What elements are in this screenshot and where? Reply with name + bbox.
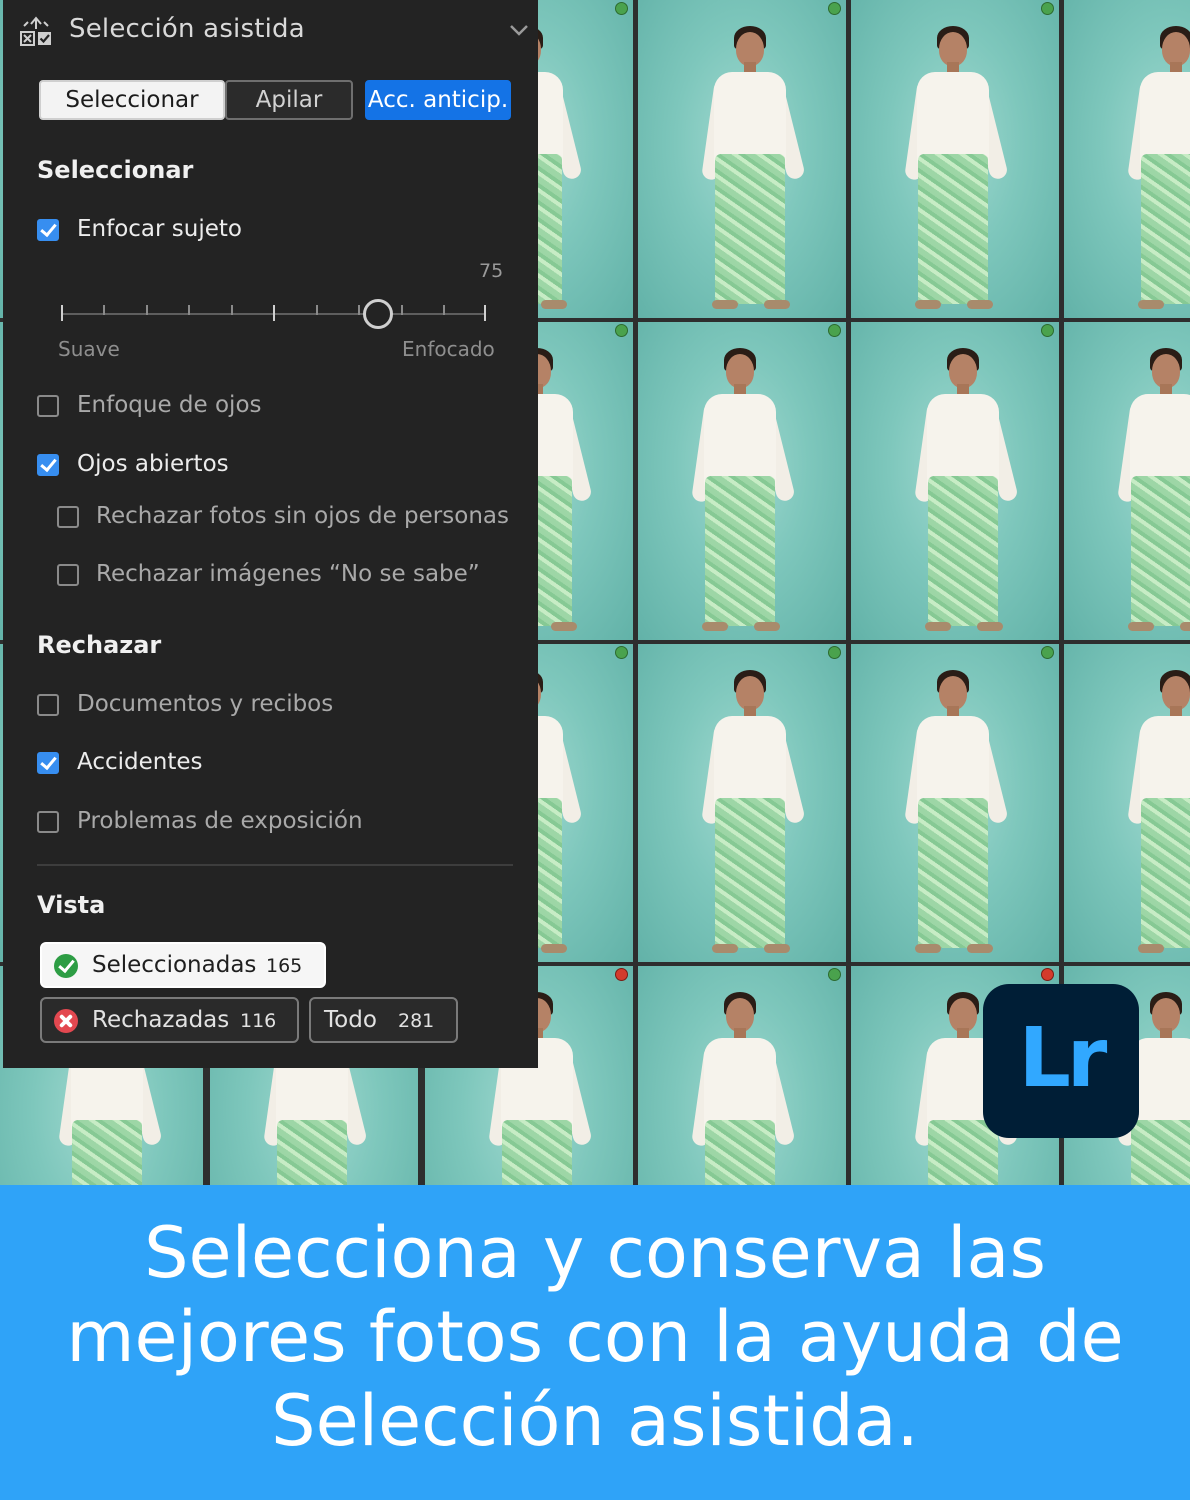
- photo-thumbnail[interactable]: [638, 644, 846, 962]
- slider-tick: [443, 305, 445, 315]
- accidents-label: Accidentes: [77, 749, 203, 775]
- view-rejected-count: 116: [240, 1010, 277, 1032]
- auto-action-button[interactable]: Acc. anticip.: [365, 80, 511, 120]
- view-section-title: Vista: [37, 891, 106, 919]
- selected-badge-icon: [828, 2, 841, 15]
- focus-slider-value: 75: [479, 260, 504, 282]
- accidents-checkbox[interactable]: [37, 752, 59, 774]
- slider-tick: [231, 305, 233, 315]
- lightroom-logo-text: Lr: [1018, 1011, 1108, 1106]
- slider-tick: [316, 305, 318, 315]
- photo-thumbnail[interactable]: [1064, 322, 1190, 640]
- selected-badge-icon: [615, 646, 628, 659]
- slider-tick: [188, 305, 190, 315]
- documents-label: Documentos y recibos: [77, 691, 334, 717]
- view-rejected-label: Rechazadas: [92, 1007, 230, 1033]
- slider-tick: [273, 305, 275, 321]
- photo-thumbnail[interactable]: [851, 322, 1059, 640]
- selected-badge-icon: [1041, 646, 1054, 659]
- assisted-culling-icon: [20, 16, 51, 46]
- photo-thumbnail[interactable]: [638, 0, 846, 318]
- check-circle-icon: [54, 954, 78, 978]
- slider-min-label: Suave: [58, 337, 120, 361]
- caption-text: Selecciona y conserva las mejores fotos …: [66, 1212, 1124, 1462]
- eyes-open-label: Ojos abiertos: [77, 451, 229, 477]
- tab-seleccionar[interactable]: Seleccionar: [39, 80, 225, 120]
- x-circle-icon: [54, 1009, 78, 1033]
- slider-tick: [401, 305, 403, 315]
- photo-thumbnail[interactable]: [851, 644, 1059, 962]
- focus-slider[interactable]: [61, 299, 486, 329]
- tab-apilar[interactable]: Apilar: [225, 80, 353, 120]
- exposure-problems-checkbox[interactable]: [37, 811, 59, 833]
- reject-no-eyes-label: Rechazar fotos sin ojos de personas: [96, 503, 509, 529]
- view-all-button[interactable]: Todo 281: [309, 997, 458, 1043]
- photo-thumbnail[interactable]: [851, 0, 1059, 318]
- focus-subject-label: Enfocar sujeto: [77, 216, 242, 242]
- slider-tick: [103, 305, 105, 315]
- selected-badge-icon: [1041, 2, 1054, 15]
- selected-badge-icon: [615, 2, 628, 15]
- panel-header[interactable]: Selección asistida: [3, 0, 538, 64]
- section-divider: [37, 864, 513, 866]
- reject-unknown-label: Rechazar imágenes “No se sabe”: [96, 561, 480, 587]
- view-selected-label: Seleccionadas: [92, 952, 257, 978]
- view-all-label: Todo: [324, 1007, 377, 1033]
- lightroom-logo: Lr: [983, 984, 1139, 1138]
- selected-badge-icon: [615, 324, 628, 337]
- photo-thumbnail[interactable]: [1064, 0, 1190, 318]
- view-rejected-button[interactable]: Rechazadas 116: [40, 997, 299, 1043]
- selected-badge-icon: [828, 968, 841, 981]
- selected-badge-icon: [1041, 324, 1054, 337]
- reject-unknown-checkbox[interactable]: [57, 564, 79, 586]
- caption-banner: Selecciona y conserva las mejores fotos …: [0, 1185, 1190, 1500]
- photo-thumbnail[interactable]: [638, 966, 846, 1185]
- focus-subject-checkbox[interactable]: [37, 219, 59, 241]
- panel-title: Selección asistida: [69, 14, 305, 44]
- chevron-down-icon[interactable]: [508, 22, 530, 38]
- slider-tick: [61, 305, 63, 321]
- rejected-badge-icon: [615, 968, 628, 981]
- focus-slider-handle[interactable]: [363, 299, 394, 329]
- eyes-open-checkbox[interactable]: [37, 454, 59, 476]
- selected-badge-icon: [828, 646, 841, 659]
- selected-badge-icon: [828, 324, 841, 337]
- eye-focus-checkbox[interactable]: [37, 395, 59, 417]
- slider-max-label: Enfocado: [402, 337, 495, 361]
- assisted-culling-panel: Selección asistida Seleccionar Apilar Ac…: [3, 0, 538, 1068]
- rejected-badge-icon: [1041, 968, 1054, 981]
- photo-thumbnail[interactable]: [1064, 644, 1190, 962]
- view-selected-button[interactable]: Seleccionadas 165: [40, 942, 326, 988]
- slider-tick: [146, 305, 148, 315]
- view-selected-count: 165: [266, 955, 303, 977]
- reject-no-eyes-checkbox[interactable]: [57, 506, 79, 528]
- reject-section-title: Rechazar: [37, 631, 162, 659]
- documents-checkbox[interactable]: [37, 694, 59, 716]
- eye-focus-label: Enfoque de ojos: [77, 392, 262, 418]
- exposure-problems-label: Problemas de exposición: [77, 808, 363, 834]
- slider-tick: [358, 305, 360, 315]
- view-all-count: 281: [398, 1010, 435, 1032]
- photo-thumbnail[interactable]: [638, 322, 846, 640]
- select-section-title: Seleccionar: [37, 156, 194, 184]
- slider-tick: [484, 305, 486, 321]
